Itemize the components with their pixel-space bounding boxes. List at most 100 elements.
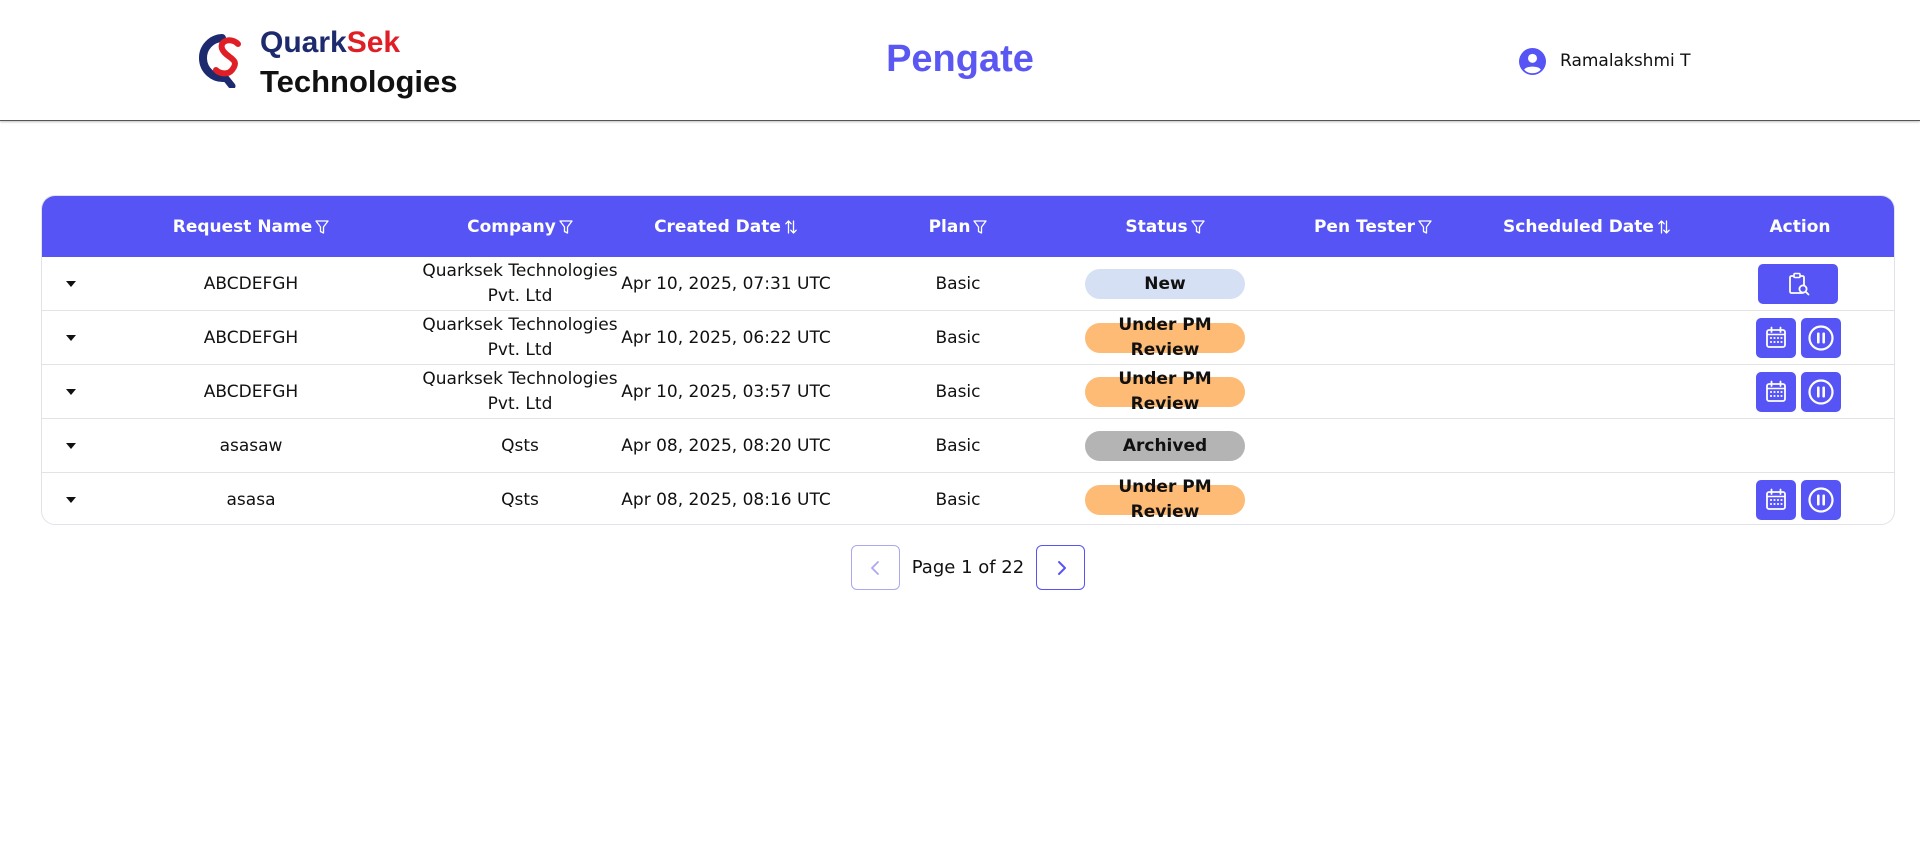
cell-created-date: Apr 08, 2025, 08:16 UTC (616, 473, 836, 524)
cell-request-name: ABCDEFGH (121, 365, 381, 419)
header-plan[interactable]: Plan (878, 196, 1038, 257)
cell-request-name: ABCDEFGH (121, 257, 381, 311)
cell-scheduled-date (1477, 419, 1697, 473)
header-request-name[interactable]: Request Name (121, 196, 381, 257)
cell-company: Quarksek Technologies Pvt. Ltd (400, 311, 640, 365)
view-request-button[interactable] (1758, 264, 1838, 304)
company-name-line2: Pvt. Ltd (487, 286, 553, 306)
logo-mark-icon (198, 34, 241, 88)
filter-icon[interactable] (970, 219, 988, 235)
cell-action (1720, 257, 1880, 311)
user-menu[interactable]: Ramalakshmi T (1519, 47, 1691, 75)
cell-created-date: Apr 10, 2025, 07:31 UTC (616, 257, 836, 311)
company-name: Qsts (501, 489, 539, 510)
plan: Basic (935, 489, 981, 510)
cell-scheduled-date (1477, 473, 1697, 524)
cell-status: Under PM Review (1065, 311, 1265, 365)
cell-status: Under PM Review (1065, 365, 1265, 419)
company-name: Quarksek Technologies (422, 261, 618, 281)
schedule-button[interactable] (1756, 480, 1796, 520)
status-badge: Archived (1085, 431, 1245, 461)
filter-icon[interactable] (312, 219, 329, 235)
calendar-icon (1762, 486, 1790, 514)
table-row: ABCDEFGH Quarksek Technologies Pvt. Ltd Apr… (42, 365, 1894, 419)
previous-page-button[interactable] (851, 545, 900, 590)
cell-company: Qsts (400, 419, 640, 473)
header-company[interactable]: Company (400, 196, 640, 257)
cell-action (1720, 419, 1880, 473)
cell-scheduled-date (1477, 257, 1697, 311)
column-header-label: Action (1769, 216, 1831, 237)
cell-created-date: Apr 08, 2025, 08:20 UTC (616, 419, 836, 473)
cell-company: Quarksek Technologies Pvt. Ltd (400, 365, 640, 419)
filter-icon[interactable] (556, 219, 573, 235)
table-row: asasa Qsts Apr 08, 2025, 08:16 UTC Basic Und… (42, 473, 1894, 524)
status-badge: New (1085, 269, 1245, 299)
next-page-button[interactable] (1036, 545, 1085, 590)
table-row: asasaw Qsts Apr 08, 2025, 08:20 UTC Basic Ar… (42, 419, 1894, 473)
cell-request-name: asasaw (121, 419, 381, 473)
company-name: Quarksek Technologies (422, 369, 618, 389)
table-header: Request Name Company Created Date Plan Statu… (42, 196, 1894, 257)
calendar-icon (1762, 378, 1790, 406)
cell-created-date: Apr 10, 2025, 06:22 UTC (616, 311, 836, 365)
cell-plan: Basic (878, 365, 1038, 419)
request-name: ABCDEFGH (203, 381, 299, 402)
header-status[interactable]: Status (1065, 196, 1265, 257)
pause-button[interactable] (1801, 372, 1841, 412)
pause-button[interactable] (1801, 480, 1841, 520)
company-logo[interactable]: QuarkSek Technologies (194, 26, 458, 99)
schedule-button[interactable] (1756, 318, 1796, 358)
cell-created-date: Apr 10, 2025, 03:57 UTC (616, 365, 836, 419)
view-request-icon (1784, 270, 1812, 298)
cell-scheduled-date (1477, 311, 1697, 365)
created-date: Apr 08, 2025, 08:16 UTC (621, 489, 831, 510)
table-row: ABCDEFGH Quarksek Technologies Pvt. Ltd Apr… (42, 257, 1894, 311)
created-date: Apr 10, 2025, 07:31 UTC (621, 273, 831, 294)
created-date: Apr 10, 2025, 03:57 UTC (621, 381, 831, 402)
user-name: Ramalakshmi T (1560, 51, 1691, 71)
user-circle-icon (1519, 47, 1546, 75)
column-header-label: Scheduled Date (1503, 216, 1654, 237)
calendar-icon (1762, 324, 1790, 352)
expand-row-icon[interactable] (64, 439, 78, 453)
status-badge: Under PM Review (1085, 369, 1245, 414)
schedule-button[interactable] (1756, 372, 1796, 412)
filter-icon[interactable] (1188, 219, 1205, 235)
plan: Basic (935, 381, 981, 402)
pause-icon (1806, 323, 1836, 353)
cell-request-name: asasa (121, 473, 381, 524)
company-name: Qsts (501, 435, 539, 456)
column-header-label: Status (1125, 216, 1188, 237)
header-pen-tester[interactable]: Pen Tester (1273, 196, 1473, 257)
pause-button[interactable] (1801, 318, 1841, 358)
cell-request-name: ABCDEFGH (121, 311, 381, 365)
header-created-date[interactable]: Created Date (616, 196, 836, 257)
cell-pen-tester (1273, 473, 1473, 524)
sort-icon[interactable] (1654, 219, 1671, 235)
filter-icon[interactable] (1415, 219, 1432, 235)
expand-row-icon[interactable] (64, 493, 78, 507)
chevron-right-icon (1057, 560, 1066, 575)
cell-status: Under PM Review (1065, 473, 1265, 524)
pause-icon (1806, 377, 1836, 407)
cell-pen-tester (1273, 419, 1473, 473)
cell-action (1720, 311, 1880, 365)
created-date: Apr 08, 2025, 08:20 UTC (621, 435, 831, 456)
plan: Basic (935, 327, 981, 348)
cell-plan: Basic (878, 257, 1038, 311)
chevron-left-icon (870, 560, 879, 575)
logo-word-technologies: Technologies (260, 64, 458, 99)
column-header-label: Request Name (172, 216, 313, 237)
expand-row-icon[interactable] (64, 385, 78, 399)
header-action: Action (1720, 196, 1880, 257)
app-title: Pengate (886, 38, 1034, 80)
requests-table: Request Name Company Created Date Plan Statu… (41, 195, 1895, 525)
expand-row-icon[interactable] (64, 277, 78, 291)
logo-word-quark: Quark (260, 26, 347, 59)
header-scheduled-date[interactable]: Scheduled Date (1477, 196, 1697, 257)
expand-row-icon[interactable] (64, 331, 78, 345)
sort-icon[interactable] (781, 219, 798, 235)
request-name: ABCDEFGH (203, 273, 299, 294)
company-name-line2: Pvt. Ltd (487, 394, 553, 414)
